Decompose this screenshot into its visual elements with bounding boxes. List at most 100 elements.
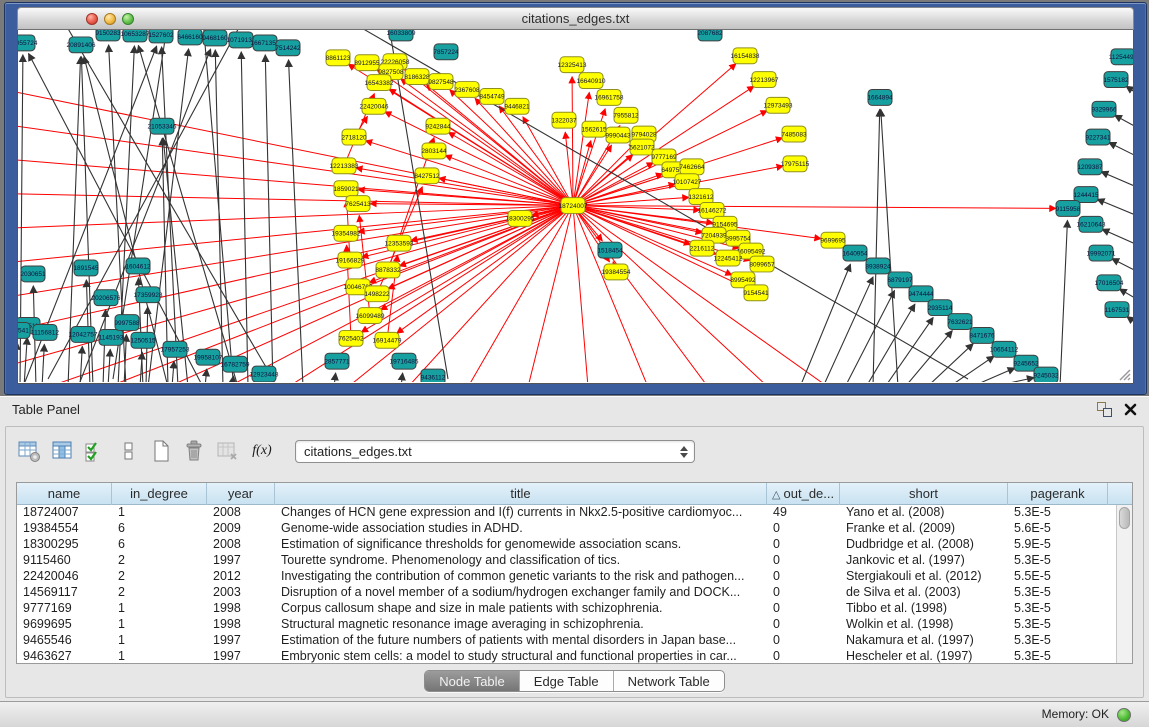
graph-node[interactable]: 7632621	[947, 314, 973, 330]
table-cell[interactable]: Genome-wide association studies in ADHD.	[275, 521, 767, 537]
graph-node[interactable]: 1859021	[333, 181, 359, 197]
graph-node[interactable]: 22420046	[360, 98, 389, 114]
table-cell[interactable]: 0	[767, 649, 840, 664]
table-select-dropdown[interactable]: citations_edges.txt	[295, 440, 695, 463]
graph-edge[interactable]	[172, 361, 174, 382]
graph-node[interactable]: 18724007	[559, 198, 588, 214]
graph-node[interactable]: 17975115	[781, 156, 810, 172]
graph-edge[interactable]	[408, 206, 573, 382]
graph-node[interactable]: 17957253	[161, 341, 190, 357]
table-row[interactable]: 1938455462009Genome-wide association stu…	[17, 521, 1116, 537]
table-cell[interactable]: Nakamura et al. (1997)	[840, 633, 1008, 649]
graph-node[interactable]: 8861123	[326, 50, 351, 66]
graph-node[interactable]: 391541	[18, 323, 30, 339]
table-cell[interactable]: 18724007	[17, 505, 112, 521]
graph-node[interactable]: 6879197	[887, 272, 913, 288]
graph-edge[interactable]	[1102, 229, 1133, 244]
zoom-window-button[interactable]	[122, 13, 134, 25]
graph-node[interactable]: 2216112	[690, 240, 715, 256]
table-cell[interactable]: 9699695	[17, 617, 112, 633]
column-header-name[interactable]: name	[17, 483, 112, 505]
graph-edge[interactable]	[401, 373, 403, 382]
graph-node[interactable]: 2718120	[341, 129, 367, 145]
graph-node[interactable]: 16640910	[577, 73, 606, 89]
table-cell[interactable]: 9465546	[17, 633, 112, 649]
table-cell[interactable]: 9463627	[17, 649, 112, 664]
table-cell[interactable]: Dudbridge et al. (2008)	[840, 537, 1008, 553]
graph-node[interactable]: 1244415	[1073, 187, 1099, 203]
graph-node[interactable]: 1604612	[125, 258, 151, 274]
column-header-short[interactable]: short	[840, 483, 1008, 505]
graph-node[interactable]: 1575182	[1103, 72, 1129, 88]
table-cell[interactable]: 5.3E-5	[1008, 649, 1108, 664]
table-cell[interactable]: 0	[767, 601, 840, 617]
close-panel-icon[interactable]	[1124, 403, 1137, 416]
table-cell[interactable]: 2012	[207, 569, 275, 585]
table-cell[interactable]: 2008	[207, 537, 275, 553]
graph-edge[interactable]	[845, 290, 895, 382]
column-header-pagerank[interactable]: pagerank	[1008, 483, 1108, 505]
graph-edge[interactable]	[1126, 86, 1133, 97]
table-cell[interactable]: 14569117	[17, 585, 112, 601]
column-header-title[interactable]: title	[275, 483, 767, 505]
graph-node[interactable]: 12973493	[764, 97, 793, 113]
graph-edge[interactable]	[334, 373, 336, 382]
graph-node[interactable]: 8878332	[375, 262, 401, 278]
function-builder-button[interactable]: f(x)	[245, 436, 279, 466]
graph-node[interactable]: 8427512	[414, 168, 440, 184]
graph-edge[interactable]	[573, 92, 589, 205]
graph-edge[interactable]	[1119, 289, 1133, 303]
table-row[interactable]: 2242004622012Investigating the contribut…	[17, 569, 1116, 585]
graph-node[interactable]: 19166829	[336, 252, 365, 268]
table-cell[interactable]: 2	[112, 553, 207, 569]
graph-node[interactable]: 1640954	[842, 245, 868, 261]
table-cell[interactable]: 6	[112, 521, 207, 537]
graph-node[interactable]: 9115958	[1056, 201, 1081, 217]
graph-node[interactable]: 8454749	[479, 89, 505, 105]
graph-node[interactable]: 9245032	[1033, 367, 1059, 382]
graph-node[interactable]: 9474444	[908, 286, 934, 302]
graph-node[interactable]: 7485083	[781, 126, 807, 142]
table-cell[interactable]: 1	[112, 649, 207, 664]
graph-edge[interactable]	[881, 109, 898, 382]
graph-node[interactable]: 9997588	[114, 315, 140, 331]
table-cell[interactable]: Corpus callosum shape and size in male p…	[275, 601, 767, 617]
graph-node[interactable]: 1145193	[99, 329, 124, 345]
graph-node[interactable]: 9990443	[605, 127, 631, 143]
graph-node[interactable]: 19354982	[332, 225, 361, 241]
table-cell[interactable]: 5.3E-5	[1008, 617, 1108, 633]
table-cell[interactable]: Disruption of a novel member of a sodium…	[275, 585, 767, 601]
graph-node[interactable]: 2367608	[454, 82, 480, 98]
graph-node[interactable]: 20891406	[67, 37, 96, 53]
graph-node[interactable]: 19992071	[1087, 245, 1116, 261]
show-columns-button[interactable]	[47, 436, 77, 466]
graph-node[interactable]: 21053346	[148, 118, 177, 134]
table-cell[interactable]: 1997	[207, 553, 275, 569]
table-cell[interactable]: 5.5E-5	[1008, 569, 1108, 585]
graph-node[interactable]: 9329966	[1091, 101, 1117, 117]
graph-node[interactable]: 24055724	[18, 35, 38, 51]
table-cell[interactable]: Estimation of the future numbers of pati…	[275, 633, 767, 649]
graph-edge[interactable]	[468, 206, 573, 382]
minimize-window-button[interactable]	[104, 13, 116, 25]
table-cell[interactable]: Estimation of significance thresholds fo…	[275, 537, 767, 553]
graph-node[interactable]: 7955812	[613, 107, 639, 123]
table-cell[interactable]: 5.3E-5	[1008, 553, 1108, 569]
graph-node[interactable]: 12042757	[69, 326, 98, 342]
table-cell[interactable]: de Silva et al. (2003)	[840, 585, 1008, 601]
table-cell[interactable]: 0	[767, 617, 840, 633]
graph-node[interactable]: 1664894	[867, 89, 893, 105]
graph-node[interactable]: 19716485	[390, 353, 419, 369]
column-header-year[interactable]: year	[207, 483, 275, 505]
table-cell[interactable]: 0	[767, 521, 840, 537]
graph-edge[interactable]	[385, 112, 573, 206]
graph-node[interactable]: 2857771	[324, 353, 350, 369]
graph-node[interactable]: 16914479	[373, 332, 402, 348]
table-cell[interactable]: 0	[767, 585, 840, 601]
graph-edge[interactable]	[241, 52, 248, 382]
table-cell[interactable]: Yano et al. (2008)	[840, 505, 1008, 521]
table-cell[interactable]: 1997	[207, 633, 275, 649]
graph-node[interactable]: 16782759	[221, 356, 250, 372]
graph-edge[interactable]	[1101, 172, 1133, 187]
graph-edge[interactable]	[1114, 115, 1133, 129]
